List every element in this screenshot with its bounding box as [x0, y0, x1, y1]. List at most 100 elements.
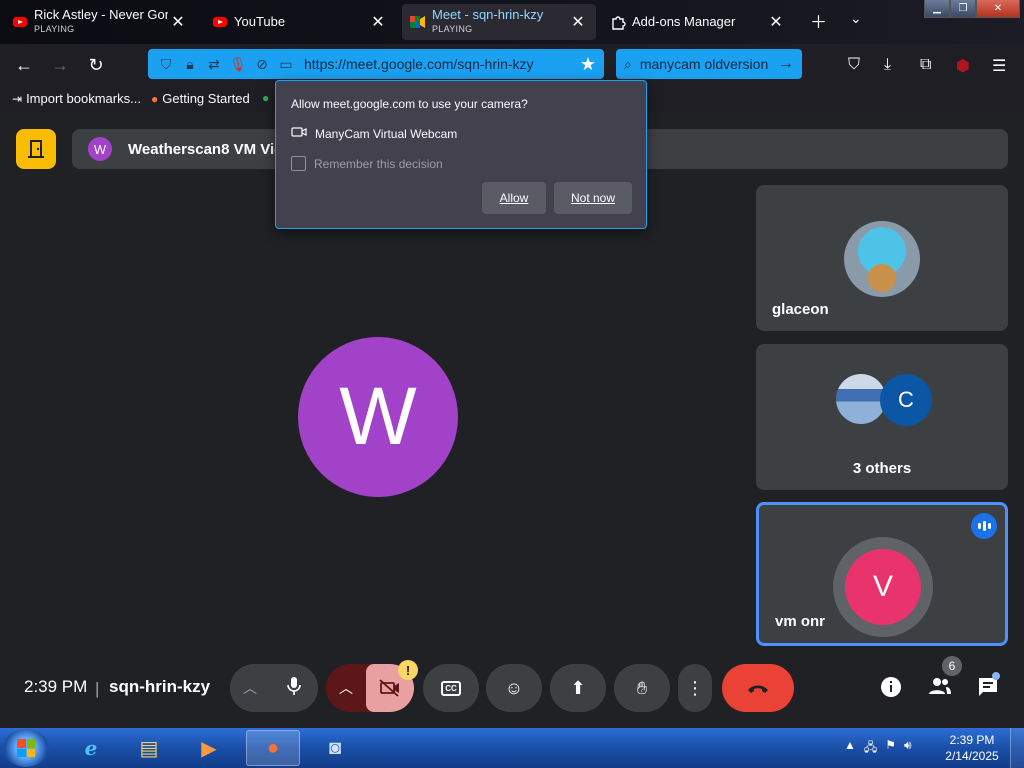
close-tab-icon[interactable]: ✕ — [168, 12, 188, 32]
meeting-details-icon[interactable] — [880, 676, 902, 704]
audio-options-chevron-icon[interactable]: ︿ — [230, 678, 270, 698]
file-explorer-icon[interactable]: ▤ — [122, 730, 176, 766]
camera-permission-popup: Allow meet.google.com to use your camera… — [275, 80, 647, 229]
show-desktop-button[interactable] — [1010, 728, 1024, 768]
not-now-button[interactable]: Not now — [554, 182, 632, 214]
more-options-button[interactable]: ⋮ — [678, 664, 712, 712]
firefox-icon: ● — [151, 91, 159, 106]
tab-addons-manager[interactable]: Add-ons Manager ✕ — [602, 4, 794, 40]
people-icon[interactable] — [928, 676, 952, 702]
autoplay-blocked-icon[interactable]: ⊘ — [250, 56, 274, 73]
windows-logo-icon — [17, 739, 35, 757]
close-tab-icon[interactable]: ✕ — [368, 12, 388, 32]
windows-taskbar: e ▤ ▶ ● ◙ ▲ 🖧︎ ⚑ 🔊︎ 2:39 PM 2/14/2025 — [0, 728, 1024, 768]
list-tabs-icon[interactable]: ⌄ — [850, 10, 862, 27]
people-count-badge: 6 — [942, 656, 962, 676]
taskbar-clock[interactable]: 2:39 PM 2/14/2025 — [944, 732, 1000, 764]
pocket-icon[interactable]: ⛉ — [848, 56, 860, 74]
bookmark-getting-started[interactable]: ● Getting Started — [151, 91, 250, 106]
meeting-code: sqn-hrin-kzy — [109, 677, 211, 696]
ublock-icon[interactable]: ⬢ — [956, 56, 970, 76]
bookmark-label: Import bookmarks... — [26, 91, 141, 106]
video-options-chevron-icon[interactable]: ︿ — [326, 678, 366, 698]
import-icon: ⇥ — [12, 91, 23, 106]
tab-youtube[interactable]: YouTube ✕ — [204, 4, 396, 40]
internet-explorer-icon[interactable]: e — [64, 730, 118, 766]
tab-rick-astley[interactable]: Rick Astley - Never Gonna PLAYING ✕ — [4, 4, 196, 40]
leave-call-button[interactable] — [722, 664, 794, 712]
lock-icon[interactable]: 🔒︎ — [178, 56, 202, 73]
meeting-clock: 2:39 PM — [24, 677, 88, 696]
manycam-taskbar-icon[interactable]: ◙ — [308, 730, 362, 766]
participant-name: glaceon — [772, 301, 829, 318]
allow-button[interactable]: Allow — [482, 182, 546, 214]
google-icon: ● — [262, 91, 270, 105]
search-text[interactable]: manycam oldversion — [640, 56, 768, 72]
microphone-blocked-icon[interactable]: 🎙︎ — [226, 56, 250, 73]
new-tab-icon[interactable]: ＋ — [810, 8, 827, 33]
close-tab-icon[interactable]: ✕ — [766, 12, 786, 32]
close-tab-icon[interactable]: ✕ — [568, 12, 588, 32]
separator: | — [95, 679, 100, 698]
camera-device-name: ManyCam Virtual Webcam — [315, 126, 458, 141]
bookmark-google[interactable]: ● — [262, 91, 273, 105]
participant-name: 3 others — [852, 460, 912, 477]
participant-name: vm onr — [775, 613, 826, 630]
menu-icon[interactable]: ☰ — [992, 56, 1006, 76]
tab-playing-label: PLAYING — [34, 24, 75, 34]
captions-button[interactable]: CC — [423, 664, 479, 712]
minimize-icon[interactable]: ▁ — [924, 0, 950, 18]
start-button[interactable] — [3, 729, 49, 767]
emoji-reactions-button[interactable]: ☺ — [486, 664, 542, 712]
bookmark-star-icon[interactable]: ★ — [580, 54, 596, 75]
remember-decision-label: Remember this decision — [314, 156, 443, 171]
url-bar[interactable]: ⛉ 🔒︎ ⇄ 🎙︎ ⊘ ▭ https://meet.google.com/sq… — [148, 49, 604, 79]
main-participant-avatar: W — [298, 337, 458, 497]
present-screen-button[interactable]: ⬆︎ — [550, 664, 606, 712]
tab-meet[interactable]: Meet - sqn-hrin-kzy PLAYING ✕ — [402, 4, 596, 40]
downloads-icon[interactable]: ⤓ — [884, 56, 891, 74]
more-vert-icon: ⋮ — [686, 677, 704, 698]
bookmark-label: Getting Started — [162, 91, 250, 106]
tab-title: Meet - sqn-hrin-kzy — [432, 8, 544, 22]
chat-notification-dot — [992, 672, 1000, 680]
camera-warning-icon[interactable]: ! — [398, 660, 418, 680]
tab-title: Rick Astley - Never Gonna — [34, 8, 168, 22]
media-player-icon[interactable]: ▶ — [182, 730, 236, 766]
camera-permission-icon[interactable]: ▭ — [274, 56, 298, 73]
close-window-icon[interactable]: ✕ — [976, 0, 1020, 18]
window-controls: ▁ ❐ ✕ — [924, 0, 1020, 18]
action-center-flag-icon[interactable]: ⚑ — [885, 738, 896, 759]
meet-icon — [410, 14, 426, 30]
go-arrow-icon[interactable]: → — [778, 55, 794, 73]
search-bar[interactable]: ⌕ manycam oldversion → — [616, 49, 802, 79]
forward-icon[interactable]: → — [47, 53, 73, 77]
glaceon-avatar — [844, 221, 920, 297]
door-icon — [28, 140, 44, 158]
volume-icon[interactable]: 🔊︎ — [904, 738, 912, 759]
bookmark-import[interactable]: ⇥ Import bookmarks... — [12, 91, 141, 106]
microphone-icon[interactable] — [270, 676, 318, 701]
reload-icon[interactable]: ↻ — [83, 53, 109, 77]
url-text[interactable]: https://meet.google.com/sqn-hrin-kzy — [304, 56, 580, 72]
present-screen-icon: ⬆︎ — [570, 677, 586, 698]
network-icon[interactable]: 🖧︎ — [864, 738, 877, 759]
show-hidden-icons-icon[interactable]: ▲ — [844, 738, 856, 759]
chat-icon[interactable] — [977, 676, 999, 704]
meeting-info-door-button[interactable] — [16, 129, 56, 169]
presenter-name: Weatherscan8 VM Vie — [128, 140, 283, 158]
participant-tile-vm-onr[interactable]: V vm onr — [756, 502, 1008, 646]
participant-tile-others[interactable]: C 3 others — [756, 344, 1008, 490]
maximize-icon[interactable]: ❐ — [950, 0, 976, 18]
extensions-icon[interactable]: ⧉ — [920, 56, 931, 74]
participant-tile-glaceon[interactable]: glaceon — [756, 185, 1008, 331]
raise-hand-button[interactable]: ✋︎ — [614, 664, 670, 712]
back-icon[interactable]: ← — [11, 53, 37, 77]
remember-decision-checkbox[interactable] — [291, 156, 306, 171]
participant-avatar-v: V — [845, 549, 921, 625]
search-icon: ⌕ — [624, 55, 632, 72]
firefox-taskbar-icon[interactable]: ● — [246, 730, 300, 766]
tab-bar: Rick Astley - Never Gonna PLAYING ✕ YouTu… — [0, 0, 1024, 44]
shield-icon[interactable]: ⛉ — [154, 56, 178, 73]
permissions-icon[interactable]: ⇄ — [202, 56, 226, 73]
